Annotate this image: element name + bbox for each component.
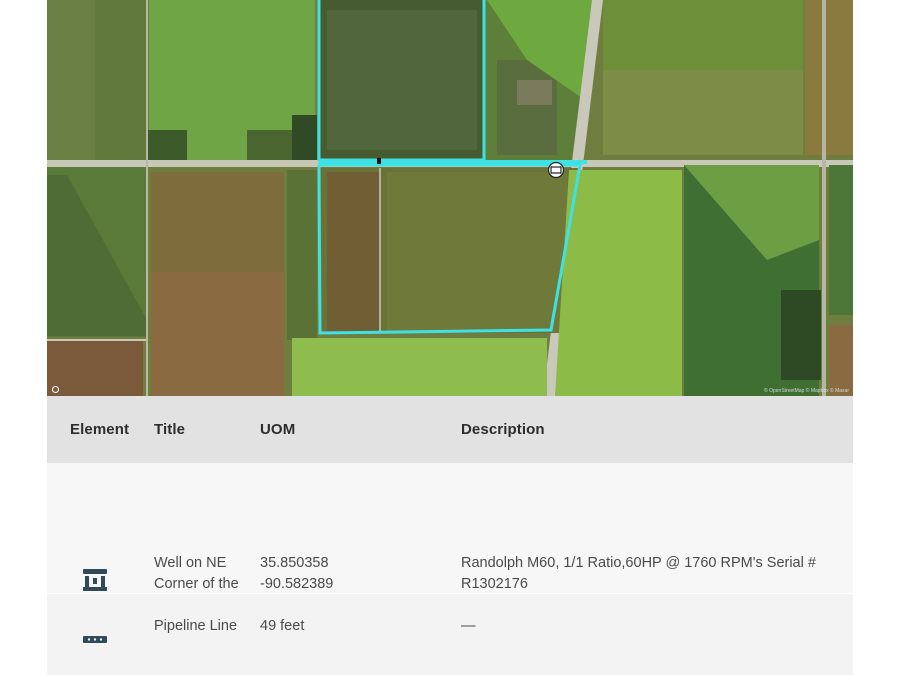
content-frame: © OpenStreetMap © Mapbox © Maxar Element…: [47, 0, 853, 675]
map-imagery: [47, 0, 853, 396]
row-description: —: [461, 618, 476, 634]
table-header: Element Title UOM Description: [47, 396, 853, 463]
row-uom: 35.850358 -90.582389: [260, 553, 440, 594]
info-icon[interactable]: [52, 386, 59, 393]
row-description: Randolph M60, 1/1 Ratio,60HP @ 1760 RPM'…: [461, 555, 816, 592]
pipeline-marker-icon[interactable]: [377, 158, 381, 164]
uom-longitude: -90.582389: [260, 575, 334, 592]
uom-latitude: 35.850358: [260, 555, 329, 571]
header-description: Description: [461, 421, 545, 438]
satellite-map[interactable]: © OpenStreetMap © Mapbox © Maxar: [47, 0, 853, 396]
map-attribution[interactable]: © OpenStreetMap © Mapbox © Maxar: [764, 388, 849, 394]
row-title: Pipeline Line: [154, 618, 238, 634]
pipeline-icon: [82, 632, 108, 646]
row-uom: 49 feet: [260, 618, 305, 634]
table-row[interactable]: Pipeline Line 49 feet —: [47, 594, 853, 675]
table-row[interactable]: Well on NE Corner of the South tract 35.…: [47, 463, 853, 612]
well-icon: [82, 567, 108, 593]
header-uom: UOM: [260, 421, 296, 438]
header-element: Element: [70, 421, 130, 438]
header-title: Title: [154, 421, 186, 438]
feature-table: Element Title UOM Description Well on NE…: [47, 396, 853, 675]
